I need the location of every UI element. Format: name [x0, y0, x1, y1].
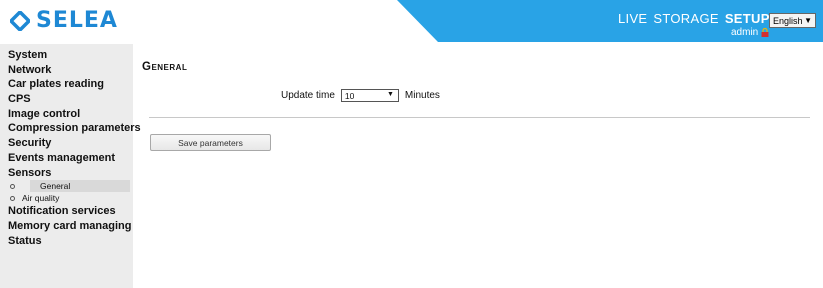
logo-diamond-icon	[10, 11, 30, 31]
update-time-select[interactable]: 10 ▼	[340, 89, 399, 102]
sidebar-item-network[interactable]: Network	[0, 63, 133, 78]
update-time-value: 10	[344, 90, 355, 101]
sidebar-item-compression-parameters[interactable]: Compression parameters	[0, 121, 141, 136]
sidebar-item-sensors[interactable]: Sensors	[0, 166, 133, 181]
sidebar-item-memory-card-managing[interactable]: Memory card managing	[0, 219, 133, 234]
save-parameters-button[interactable]: Save parameters	[150, 134, 271, 151]
update-time-unit: Minutes	[404, 90, 440, 101]
sidebar-item-notification-services[interactable]: Notification services	[0, 204, 133, 219]
divider	[149, 117, 810, 118]
sidebar-item-image-control[interactable]: Image control	[0, 107, 133, 122]
update-time-label: Update time	[281, 90, 335, 101]
language-value: English	[773, 15, 803, 26]
logo-text: SELEA	[36, 8, 118, 33]
main-nav: Live Storage Setup	[618, 11, 770, 26]
nav-live[interactable]: Live	[618, 11, 647, 26]
language-select[interactable]: English ▼	[769, 13, 816, 28]
sidebar-item-status[interactable]: Status	[0, 234, 133, 249]
sidebar-subitem-label: General	[40, 181, 71, 192]
selea-logo[interactable]: SELEA	[10, 9, 118, 33]
nav-storage[interactable]: Storage	[653, 11, 718, 26]
lock-icon[interactable]	[761, 27, 769, 37]
sidebar-item-events-management[interactable]: Events management	[0, 151, 133, 166]
main-content: General Update time 10 ▼ Minutes Save pa…	[133, 44, 823, 288]
username: admin	[731, 27, 759, 38]
top-header: SELEA Live Storage Setup English ▼ admin	[0, 0, 823, 42]
bullet-icon	[10, 183, 15, 189]
bullet-icon	[10, 195, 15, 201]
sidebar-subitem-general[interactable]: General	[10, 180, 130, 193]
update-time-row: Update time 10 ▼ Minutes	[281, 89, 440, 102]
sidebar-item-car-plates-reading[interactable]: Car plates reading	[0, 77, 133, 92]
sidebar-item-security[interactable]: Security	[0, 136, 133, 151]
sidebar-subitem-air-quality[interactable]: Air quality	[0, 192, 133, 204]
page-title: General	[142, 61, 188, 73]
sidebar-item-cps[interactable]: CPS	[0, 92, 133, 107]
sidebar-item-system[interactable]: System	[0, 48, 133, 63]
chevron-down-icon: ▼	[804, 16, 812, 25]
nav-setup[interactable]: Setup	[725, 11, 770, 26]
user-info: admin	[731, 27, 769, 38]
sidebar: System Network Car plates reading CPS Im…	[0, 44, 141, 288]
chevron-down-icon: ▼	[386, 91, 394, 98]
sidebar-subitem-label: Air quality	[22, 193, 60, 204]
